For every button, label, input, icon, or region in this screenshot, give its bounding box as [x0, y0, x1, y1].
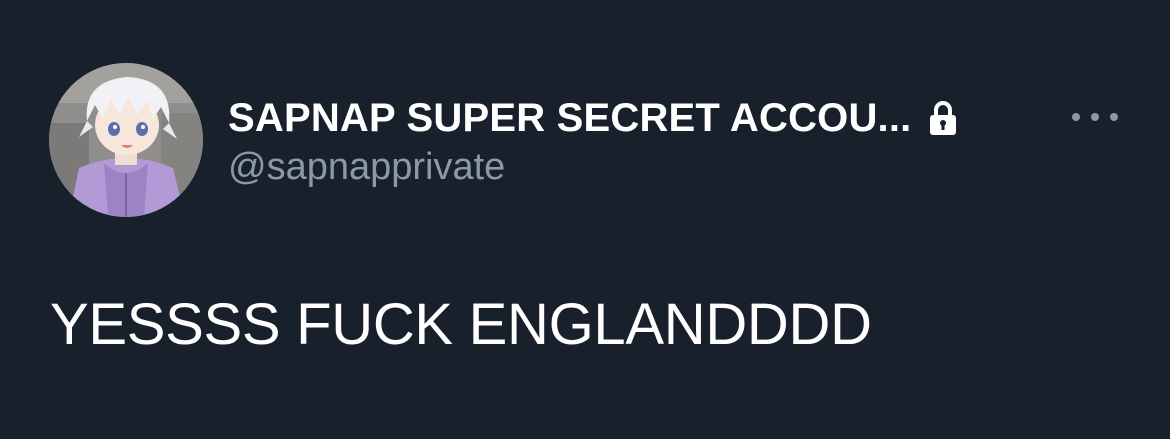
more-dot: [1072, 113, 1080, 121]
avatar-image: [49, 63, 203, 217]
display-name[interactable]: SAPNAP SUPER SECRET ACCOU...: [228, 96, 912, 141]
lock-icon: [928, 99, 958, 137]
avatar[interactable]: [49, 63, 203, 217]
user-handle[interactable]: @sapnapprivate: [228, 146, 505, 189]
more-dot: [1091, 113, 1099, 121]
author-name-row: SAPNAP SUPER SECRET ACCOU...: [228, 92, 958, 144]
more-dot: [1110, 113, 1118, 121]
more-icon[interactable]: [1072, 106, 1118, 128]
tweet-text: YESSSS FUCK ENGLANDDDD: [50, 292, 872, 357]
